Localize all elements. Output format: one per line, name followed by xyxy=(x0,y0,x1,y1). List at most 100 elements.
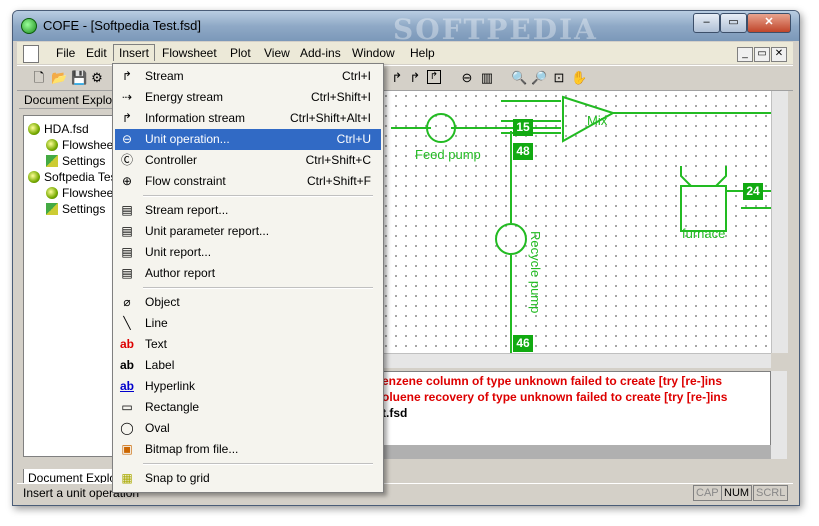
document-icon[interactable] xyxy=(23,45,39,63)
settings-icon xyxy=(46,155,58,167)
log-line: enzene column of type unknown failed to … xyxy=(382,374,723,388)
menu-item-label[interactable]: ab Label xyxy=(115,355,381,376)
menu-item-unit-report[interactable]: ▤ Unit report... xyxy=(115,242,381,263)
menu-item-shortcut: Ctrl+Shift+Alt+I xyxy=(289,111,371,125)
tree-node-label: Flowsheet xyxy=(62,186,117,200)
menu-item-label: Stream report... xyxy=(145,203,229,217)
menu-flowsheet[interactable]: Flowsheet xyxy=(157,45,222,61)
tree-node-hda[interactable]: HDA.fsd xyxy=(28,122,89,136)
menu-item-label: Author report xyxy=(145,266,216,280)
zoom-out-icon[interactable]: 🔎 xyxy=(531,70,547,86)
menu-item-text[interactable]: ab Text xyxy=(115,334,381,355)
menu-item-energy-stream[interactable]: ⇢ Energy stream Ctrl+Shift+I xyxy=(115,87,381,108)
menu-item-shortcut: Ctrl+Shift+F xyxy=(306,174,371,188)
menu-item-label: Line xyxy=(145,316,168,330)
menu-item-label: Unit operation... xyxy=(145,132,230,146)
menu-file[interactable]: File xyxy=(51,45,80,61)
menu-item-object[interactable]: ⌀ Object xyxy=(115,292,381,313)
pan-hand-icon[interactable]: ✋ xyxy=(571,70,587,86)
insert-menu-dropdown: ↱ Stream Ctrl+I ⇢ Energy stream Ctrl+Shift+I… xyxy=(112,63,384,493)
recycle-pump-label: Recycle pump xyxy=(528,231,543,314)
oval-icon: ◯ xyxy=(120,421,134,435)
menu-separator xyxy=(143,463,373,465)
menu-help[interactable]: Help xyxy=(405,45,440,61)
menu-separator xyxy=(143,287,373,289)
unit-operation-icon: ⊖ xyxy=(121,132,133,146)
controller-icon: Ⓒ xyxy=(120,153,133,167)
log-line: t.fsd xyxy=(382,406,408,420)
menu-item-rectangle[interactable]: ▭ Rectangle xyxy=(115,397,381,418)
close-button[interactable]: ✕ xyxy=(747,13,791,33)
menu-item-label: Object xyxy=(145,295,180,309)
canvas-vertical-scrollbar[interactable] xyxy=(771,91,788,353)
stream-number-46[interactable]: 46 xyxy=(513,335,533,352)
menu-window[interactable]: Window xyxy=(347,45,400,61)
tool-icon[interactable]: ⚙ xyxy=(89,70,105,86)
menu-item-hyperlink[interactable]: ab Hyperlink xyxy=(115,376,381,397)
stream-number-15[interactable]: 15 xyxy=(513,119,533,136)
menu-item-shortcut: Ctrl+U xyxy=(336,132,371,146)
menu-item-label: Text xyxy=(145,337,168,351)
title-bar[interactable]: COFE - [Softpedia Test.fsd] SOFTPEDIA – … xyxy=(13,11,799,46)
menu-item-bitmap[interactable]: ▣ Bitmap from file... xyxy=(115,439,381,460)
menu-item-unit-operation[interactable]: ⊖ Unit operation... Ctrl+U xyxy=(115,129,381,150)
menu-item-label: Controller xyxy=(145,153,198,167)
feed-pump-unit[interactable] xyxy=(426,113,456,143)
tree-node-softpedia-flowsheet[interactable]: Flowsheet xyxy=(46,186,117,200)
tree-node-label: Settings xyxy=(62,154,106,168)
app-icon xyxy=(21,18,37,34)
mdi-minimize-button[interactable]: _ xyxy=(737,47,753,62)
cap-indicator: CAP xyxy=(693,485,722,501)
label-icon: ab xyxy=(119,358,134,372)
menu-item-flow-constraint[interactable]: ⊕ Flow constraint Ctrl+Shift+F xyxy=(115,171,381,192)
menu-item-unit-parameter-report[interactable]: ▤ Unit parameter report... xyxy=(115,221,381,242)
menu-item-shortcut: Ctrl+Shift+C xyxy=(305,153,371,167)
stream-number-48[interactable]: 48 xyxy=(513,143,533,160)
menu-item-label: Stream xyxy=(145,69,184,83)
menu-item-author-report[interactable]: ▤ Author report xyxy=(115,263,381,284)
menu-item-oval[interactable]: ◯ Oval xyxy=(115,418,381,439)
tree-node-softpedia-settings[interactable]: Settings xyxy=(46,202,105,216)
menu-item-label: Oval xyxy=(145,421,170,435)
mdi-close-button[interactable]: ✕ xyxy=(771,47,787,62)
menu-item-label: Information stream xyxy=(145,111,246,125)
menu-add-ins[interactable]: Add-ins xyxy=(295,45,346,61)
menu-item-stream[interactable]: ↱ Stream Ctrl+I xyxy=(115,66,381,87)
zoom-fit-icon[interactable]: ⊡ xyxy=(551,70,567,86)
menu-view[interactable]: View xyxy=(259,45,295,61)
maximize-button[interactable]: ▭ xyxy=(720,13,747,33)
menu-edit[interactable]: Edit xyxy=(81,45,112,61)
zoom-in-icon[interactable]: 🔍 xyxy=(511,70,527,86)
menu-item-line[interactable]: ╲ Line xyxy=(115,313,381,334)
menu-item-stream-report[interactable]: ▤ Stream report... xyxy=(115,200,381,221)
recycle-pump-unit[interactable] xyxy=(495,223,527,255)
energy-tool-icon[interactable]: ↱ xyxy=(427,70,441,84)
menu-item-label: Flow constraint xyxy=(145,174,226,188)
menu-item-controller[interactable]: Ⓒ Controller Ctrl+Shift+C xyxy=(115,150,381,171)
feed-pump-label: Feed pump xyxy=(415,147,481,162)
mdi-restore-button[interactable]: ▭ xyxy=(754,47,770,62)
furnace-unit[interactable] xyxy=(680,185,727,232)
menu-item-information-stream[interactable]: ↱ Information stream Ctrl+Shift+Alt+I xyxy=(115,108,381,129)
log-vertical-scrollbar[interactable] xyxy=(771,371,787,459)
menu-plot[interactable]: Plot xyxy=(225,45,256,61)
new-file-icon[interactable]: 🗋 xyxy=(31,70,47,86)
unit-tool-icon[interactable]: ⊖ xyxy=(459,70,475,86)
author-report-icon: ▤ xyxy=(121,266,133,280)
open-folder-icon[interactable]: 📂 xyxy=(51,70,67,86)
stream-number-24[interactable]: 24 xyxy=(743,183,763,200)
menu-item-shortcut: Ctrl+I xyxy=(341,69,371,83)
info-stream-tool-icon[interactable]: ↱ xyxy=(407,70,423,86)
stream-tool-icon[interactable]: ↱ xyxy=(389,70,405,86)
menu-separator xyxy=(143,195,373,197)
tree-node-hda-settings[interactable]: Settings xyxy=(46,154,105,168)
flow-constraint-icon: ⊕ xyxy=(121,174,133,188)
menu-insert[interactable]: Insert xyxy=(113,44,156,61)
minimize-button[interactable]: – xyxy=(693,13,720,33)
unit-report-icon: ▤ xyxy=(121,245,133,259)
save-icon[interactable]: 💾 xyxy=(71,70,87,86)
num-indicator: NUM xyxy=(721,485,753,501)
menu-item-snap-to-grid[interactable]: ▦ Snap to grid xyxy=(115,468,381,489)
column-tool-icon[interactable]: ▥ xyxy=(479,70,495,86)
tree-node-hda-flowsheet[interactable]: Flowsheet xyxy=(46,138,117,152)
